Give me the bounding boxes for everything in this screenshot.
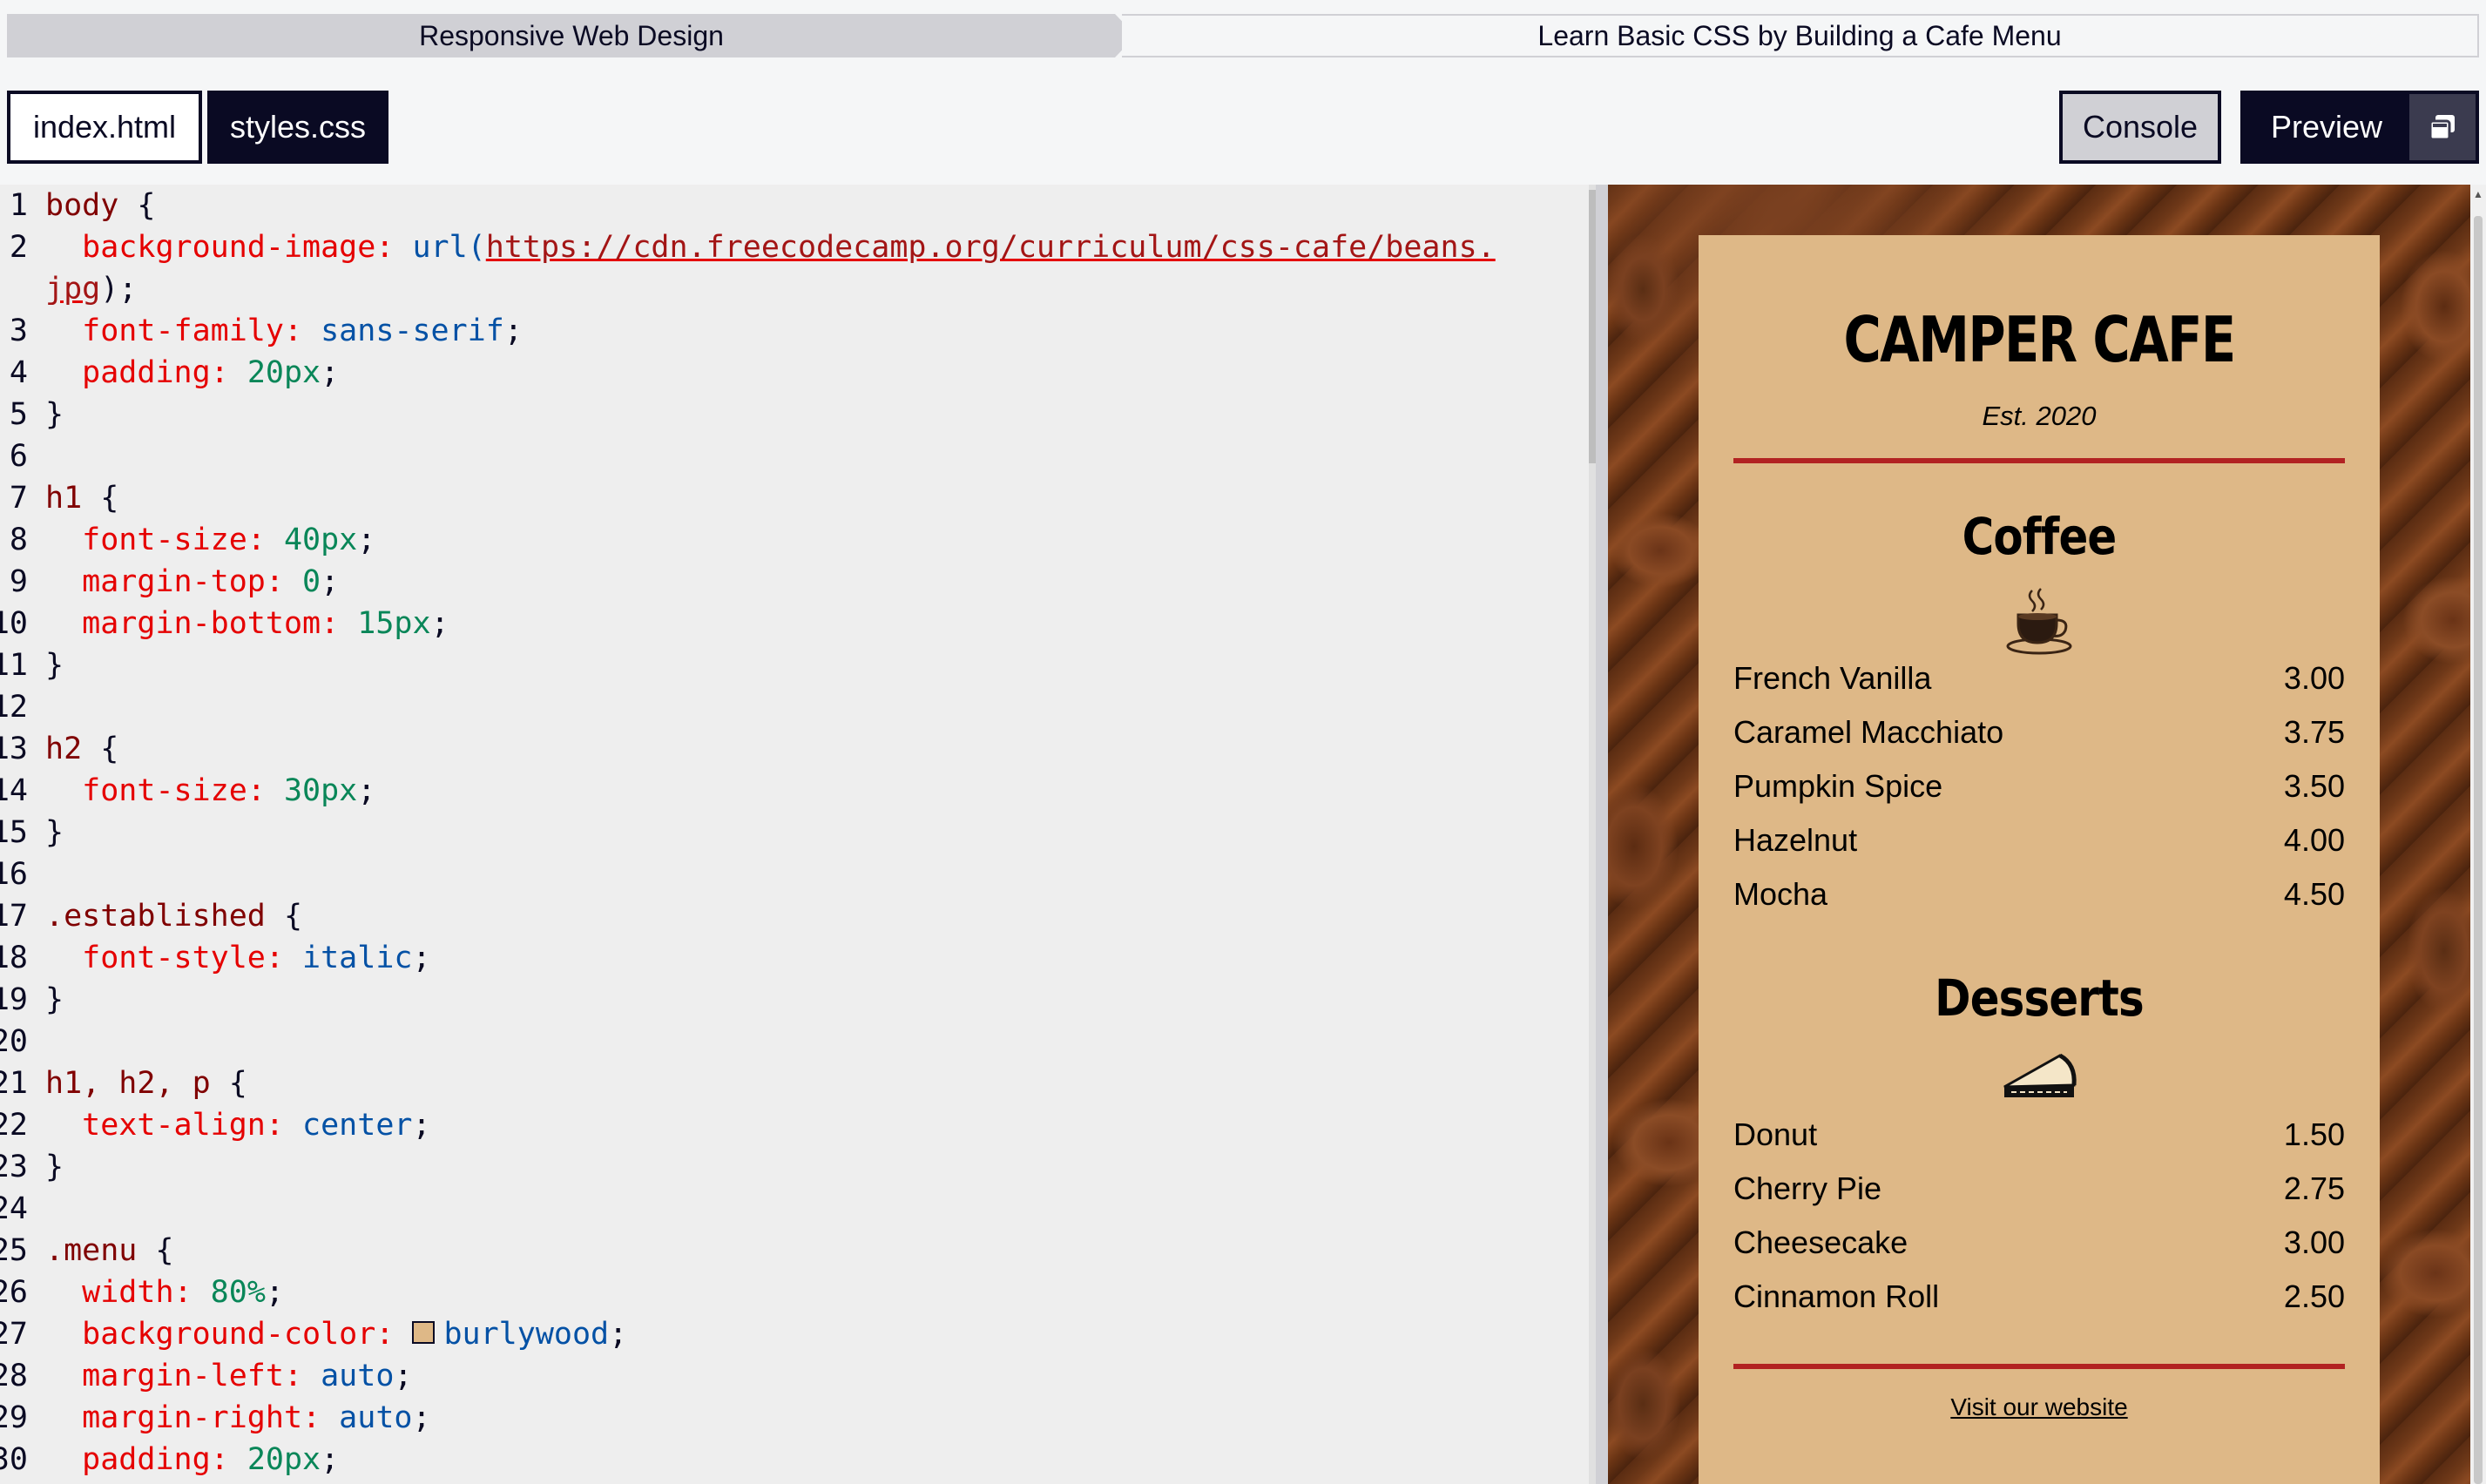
tab-styles-css[interactable]: styles.css — [207, 91, 388, 164]
coffee-cup-icon — [1733, 583, 2345, 657]
console-button[interactable]: Console — [2059, 91, 2221, 164]
color-swatch[interactable] — [412, 1321, 436, 1344]
popout-window-icon[interactable] — [2409, 94, 2476, 160]
list-item: Mocha 4.50 — [1733, 876, 2345, 912]
list-item: French Vanilla 3.00 — [1733, 660, 2345, 696]
list-item: Caramel Macchiato 3.75 — [1733, 714, 2345, 750]
breadcrumb-course[interactable]: Responsive Web Design — [7, 14, 1136, 57]
pane-divider[interactable] — [1596, 185, 1608, 1484]
desserts-heading: Desserts — [1935, 968, 2145, 1028]
scroll-up-arrow-icon[interactable]: ▲ — [2472, 188, 2484, 200]
list-item: Cherry Pie 2.75 — [1733, 1170, 2345, 1206]
list-item: Cheesecake 3.00 — [1733, 1224, 2345, 1260]
breadcrumb: Responsive Web Design Learn Basic CSS by… — [0, 0, 2486, 71]
preview-button-group: Preview — [2240, 91, 2479, 164]
editor-tabbar: index.html styles.css Console Preview — [0, 71, 2486, 185]
breadcrumb-project[interactable]: Learn Basic CSS by Building a Cafe Menu — [1122, 14, 2479, 57]
url-link: https://cdn.freecodecamp.org/curriculum/… — [485, 230, 1496, 265]
code-editor[interactable]: 1 body { 2 background-image: url(https://… — [0, 185, 1596, 1484]
list-item: Cinnamon Roll 2.50 — [1733, 1278, 2345, 1314]
top-divider — [1733, 458, 2345, 463]
preview-button[interactable]: Preview — [2244, 94, 2409, 160]
preview-scrollbar-thumb[interactable] — [2474, 216, 2483, 1484]
established-text: Est. 2020 — [1982, 401, 2097, 431]
pie-slice-icon — [1733, 1049, 2345, 1104]
coffee-list: French Vanilla 3.00 Caramel Macchiato 3.75… — [1733, 651, 2345, 921]
list-item: Hazelnut 4.00 — [1733, 822, 2345, 858]
cafe-title: CAMPER CAFE — [1843, 303, 2236, 376]
desserts-list: Donut 1.50 Cherry Pie 2.75 Cheesecake 3.00 … — [1733, 1108, 2345, 1324]
cafe-menu: CAMPER CAFE Est. 2020 Coffee French Vani… — [1699, 235, 2380, 1484]
list-item: Pumpkin Spice 3.50 — [1733, 768, 2345, 804]
coffee-heading: Coffee — [1962, 507, 2118, 566]
editor-scrollbar-thumb[interactable] — [1589, 190, 1596, 463]
bottom-divider — [1733, 1364, 2345, 1369]
visit-website-link[interactable]: Visit our website — [1733, 1393, 2345, 1421]
tab-index-html[interactable]: index.html — [7, 91, 202, 164]
list-item: Donut 1.50 — [1733, 1116, 2345, 1152]
